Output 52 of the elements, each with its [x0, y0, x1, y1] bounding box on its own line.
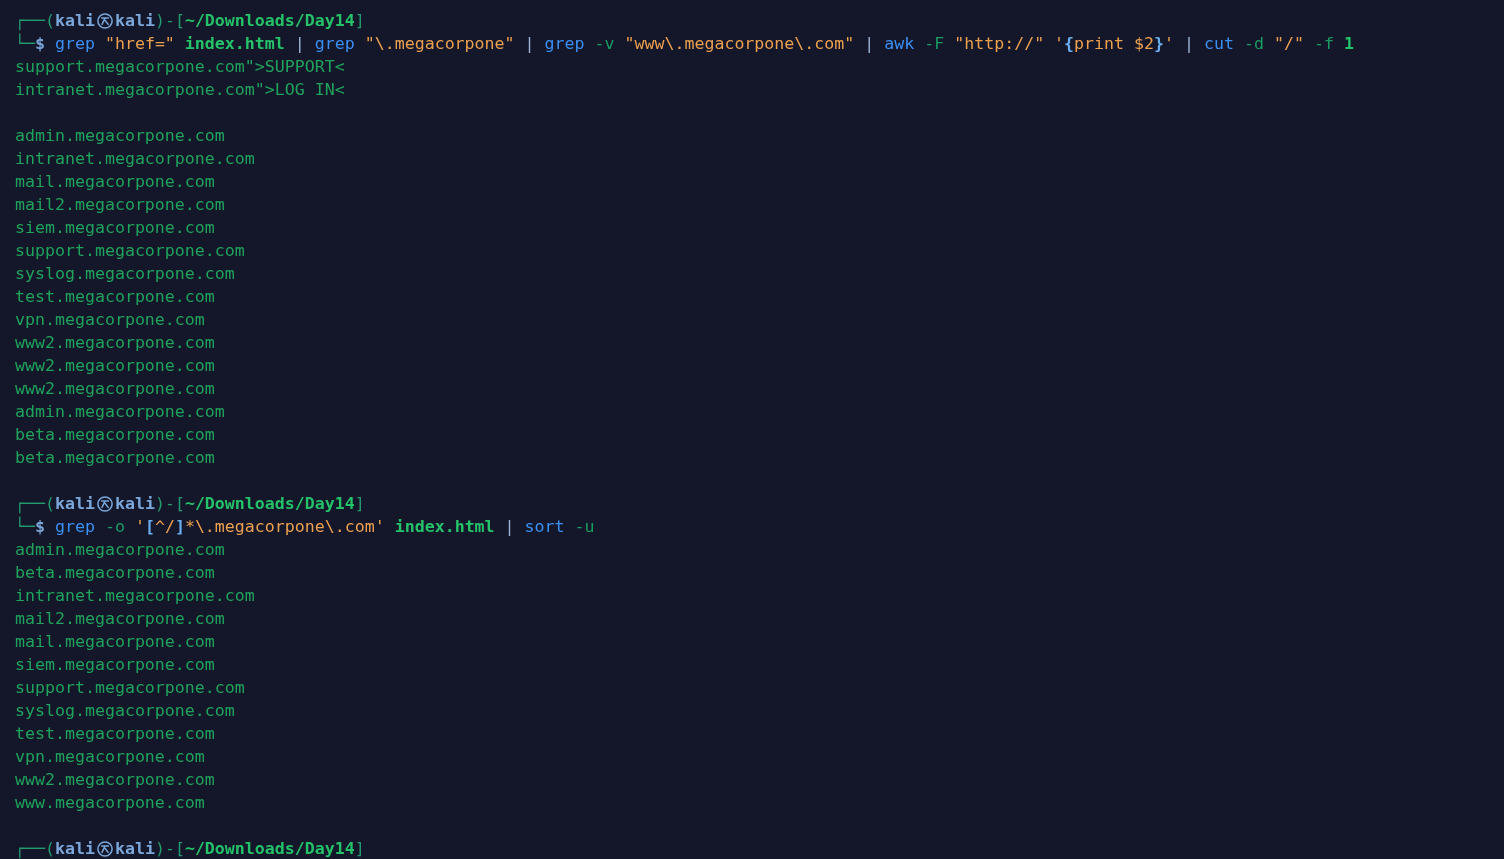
- prompt-host: kali: [114, 838, 155, 859]
- prompt-host: kali: [114, 10, 155, 32]
- output-line: admin.megacorpone.com: [15, 539, 225, 561]
- prompt-path: ~/Downloads/Day14: [184, 838, 355, 859]
- prompt-frame: ┌──(: [15, 9, 55, 32]
- output-line: www2.megacorpone.com: [15, 769, 215, 791]
- output-line: beta.megacorpone.com: [15, 424, 215, 446]
- output-line: support.megacorpone.com">SUPPORT<: [15, 56, 345, 78]
- output-line: support.megacorpone.com: [15, 240, 245, 262]
- output-line: www2.megacorpone.com: [15, 332, 215, 354]
- command-line: └─$ grep -o '[^/]*\.megacorpone\.com' index.html | sort -u: [15, 515, 595, 538]
- output-line: syslog.megacorpone.com: [15, 263, 235, 285]
- output-line: intranet.megacorpone.com: [15, 585, 255, 607]
- prompt-frame: ]: [354, 492, 365, 515]
- prompt-user: kali: [54, 493, 95, 515]
- output-line: admin.megacorpone.com: [15, 125, 225, 147]
- prompt-frame: )-[: [154, 9, 185, 32]
- output-line: www.megacorpone.com: [15, 792, 205, 814]
- prompt-frame: ]: [354, 9, 365, 32]
- circled-symbol-icon: [96, 840, 113, 857]
- output-line: mail2.megacorpone.com: [15, 194, 225, 216]
- prompt-user: kali: [54, 838, 95, 859]
- output-line: www2.megacorpone.com: [15, 355, 215, 377]
- circled-symbol-icon: [96, 495, 113, 512]
- output-line: siem.megacorpone.com: [15, 217, 215, 239]
- output-line: intranet.megacorpone.com: [15, 148, 255, 170]
- output-line: syslog.megacorpone.com: [15, 700, 235, 722]
- prompt-frame: )-[: [154, 492, 185, 515]
- prompt-frame: )-[: [154, 837, 185, 859]
- prompt-frame: ┌──(: [15, 837, 55, 859]
- output-line: beta.megacorpone.com: [15, 447, 215, 469]
- prompt-frame: ]: [354, 837, 365, 859]
- output-line: mail.megacorpone.com: [15, 631, 215, 653]
- output-line: www2.megacorpone.com: [15, 378, 215, 400]
- circled-symbol-icon: [96, 12, 113, 29]
- output-line: vpn.megacorpone.com: [15, 309, 205, 331]
- output-line: vpn.megacorpone.com: [15, 746, 205, 768]
- output-line: test.megacorpone.com: [15, 723, 215, 745]
- prompt-frame: ┌──(: [15, 492, 55, 515]
- output-line: mail2.megacorpone.com: [15, 608, 225, 630]
- prompt-path: ~/Downloads/Day14: [184, 493, 355, 515]
- output-line: siem.megacorpone.com: [15, 654, 215, 676]
- output-line: intranet.megacorpone.com">LOG IN<: [15, 79, 345, 101]
- prompt-host: kali: [114, 493, 155, 515]
- prompt-user: kali: [54, 10, 95, 32]
- output-line: admin.megacorpone.com: [15, 401, 225, 423]
- output-line: support.megacorpone.com: [15, 677, 245, 699]
- command-line: └─$ grep "href=" index.html | grep "\.megacorpone" | grep -v "www\.megacorpone\.com" | awk -F "http://" '{print $2}' | cut -d "/" -f 1: [15, 32, 1354, 55]
- output-line: mail.megacorpone.com: [15, 171, 215, 193]
- output-line: beta.megacorpone.com: [15, 562, 215, 584]
- output-line: test.megacorpone.com: [15, 286, 215, 308]
- prompt-path: ~/Downloads/Day14: [184, 10, 355, 32]
